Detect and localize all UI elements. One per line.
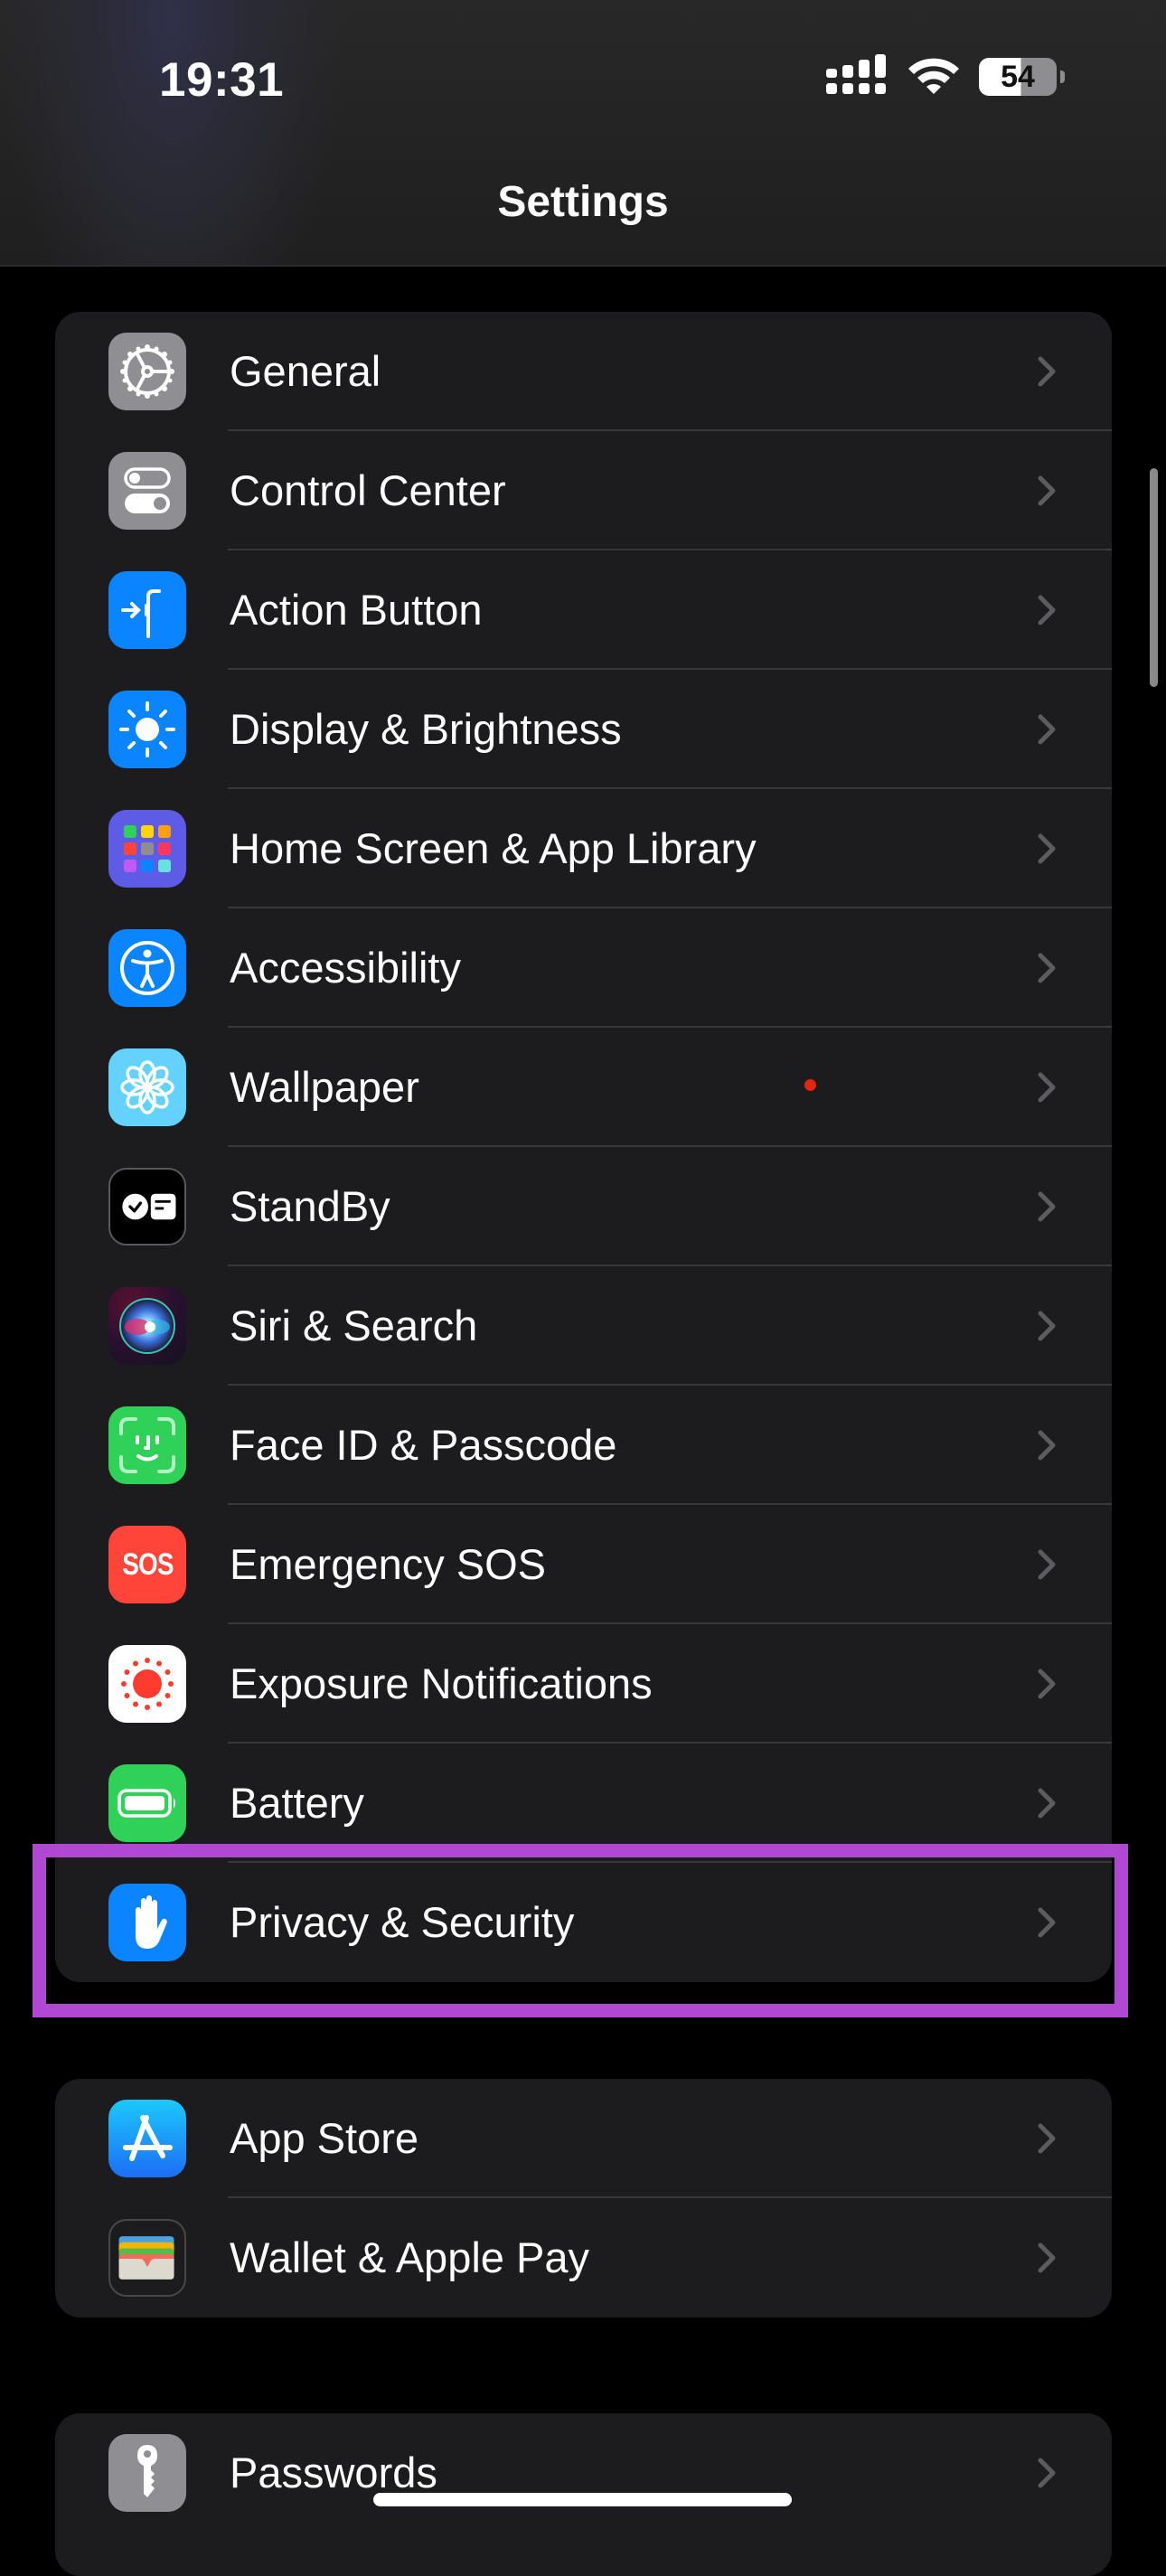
settings-row-siri-search[interactable]: Siri & Search [55,1266,1112,1386]
settings-row-label: Privacy & Security [230,1898,575,1946]
settings-row-label: App Store [230,2114,419,2162]
settings-row-exposure-notifications[interactable]: Exposure Notifications [55,1624,1112,1744]
settings-row-label: Face ID & Passcode [230,1421,617,1469]
settings-row-passwords[interactable]: Passwords [55,2413,1112,2533]
chevron-right-icon [1038,1430,1056,1461]
settings-row-home-screen[interactable]: Home Screen & App Library [55,789,1112,908]
chevron-right-icon [1038,1549,1056,1580]
settings-row-label: Display & Brightness [230,705,622,753]
settings-row-emergency-sos[interactable]: SOS Emergency SOS [55,1505,1112,1624]
app-store-icon [108,2100,186,2177]
navigation-header: 19:31 54 Settings [0,0,1166,267]
settings-row-general[interactable]: General [55,312,1112,431]
sun-icon [108,691,186,768]
chevron-right-icon [1038,475,1056,506]
settings-row-battery[interactable]: Battery [55,1744,1112,1863]
chevron-right-icon [1038,833,1056,864]
exposure-icon [108,1645,186,1723]
settings-row-label: General [230,347,381,395]
settings-group-1: General Control Center Action Button Dis… [55,312,1112,1982]
settings-row-label: Accessibility [230,944,461,992]
battery-tip [1060,71,1065,83]
wifi-icon [908,58,959,94]
battery-percent: 54 [1001,60,1035,94]
siri-icon [108,1287,186,1365]
chevron-right-icon [1038,2242,1056,2273]
settings-row-label: Exposure Notifications [230,1659,653,1707]
chevron-right-icon [1038,1191,1056,1222]
settings-row-label: StandBy [230,1182,390,1230]
settings-row-display-brightness[interactable]: Display & Brightness [55,670,1112,789]
home-indicator[interactable] [373,2493,792,2506]
settings-row-action-button[interactable]: Action Button [55,550,1112,670]
chevron-right-icon [1038,1311,1056,1341]
battery-indicator: 54 [979,58,1057,96]
settings-row-label: Home Screen & App Library [230,824,757,872]
scrollbar[interactable] [1150,468,1158,687]
settings-row-label: Action Button [230,586,483,634]
settings-row-label: Control Center [230,466,506,514]
settings-group-2: App Store Wallet & Apple Pay [55,2079,1112,2317]
chevron-right-icon [1038,2123,1056,2154]
settings-row-control-center[interactable]: Control Center [55,431,1112,550]
cellular-signal-icon [826,54,888,94]
status-time: 19:31 [159,53,285,107]
settings-row-wallpaper[interactable]: Wallpaper [55,1028,1112,1147]
wallet-icon [108,2219,186,2297]
chevron-right-icon [1038,1072,1056,1103]
settings-row-label: Wallpaper [230,1063,419,1111]
chevron-right-icon [1038,356,1056,387]
sos-icon: SOS [108,1526,186,1603]
chevron-right-icon [1038,2458,1056,2488]
battery-icon [108,1764,186,1842]
settings-row-accessibility[interactable]: Accessibility [55,908,1112,1028]
settings-row-privacy-security[interactable]: Privacy & Security [55,1863,1112,1982]
chevron-right-icon [1038,953,1056,983]
settings-row-label: Siri & Search [230,1302,478,1349]
notification-dot [804,1079,816,1091]
settings-row-face-id[interactable]: Face ID & Passcode [55,1386,1112,1505]
page-title: Settings [497,178,669,226]
settings-row-wallet[interactable]: Wallet & Apple Pay [55,2198,1112,2317]
accessibility-icon [108,929,186,1007]
flower-icon [108,1048,186,1126]
face-id-icon [108,1406,186,1484]
chevron-right-icon [1038,1669,1056,1699]
settings-row-standby[interactable]: StandBy [55,1147,1112,1266]
sos-icon-text: SOS [121,1547,174,1582]
standby-icon [108,1168,186,1246]
action-button-icon [108,571,186,649]
chevron-right-icon [1038,1788,1056,1819]
app-grid-icon [108,810,186,888]
settings-row-app-store[interactable]: App Store [55,2079,1112,2198]
gear-icon [108,333,186,410]
chevron-right-icon [1038,1907,1056,1938]
settings-row-label: Emergency SOS [230,1540,547,1588]
settings-row-label: Wallet & Apple Pay [230,2233,589,2281]
chevron-right-icon [1038,714,1056,745]
hand-icon [108,1884,186,1961]
chevron-right-icon [1038,595,1056,625]
settings-row-label: Passwords [230,2449,437,2496]
key-icon [108,2434,186,2512]
settings-row-label: Battery [230,1779,364,1827]
toggles-icon [108,452,186,530]
